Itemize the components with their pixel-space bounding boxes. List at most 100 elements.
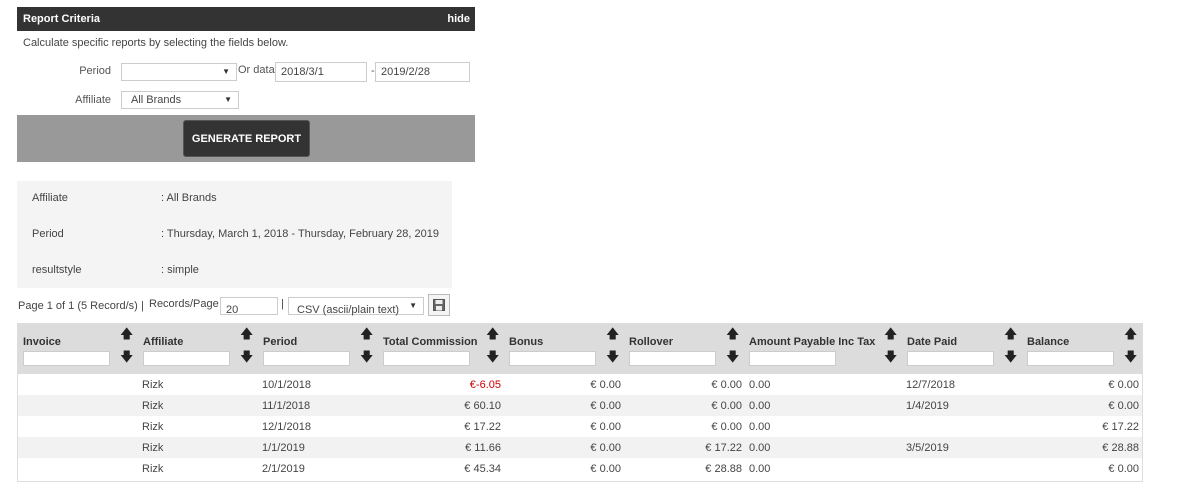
summary-label: resultstyle [32, 264, 82, 276]
column-title: Bonus [509, 336, 544, 348]
records-per-page-label: Records/Page [149, 298, 219, 310]
filter-input[interactable] [383, 351, 470, 366]
export-format-value: CSV (ascii/plain text) [297, 304, 400, 316]
cell-total-commission: €-6.05 [469, 379, 501, 391]
filter-input[interactable] [629, 351, 716, 366]
column-header-bonus: Bonus 🡅 🡇 [504, 324, 624, 374]
cell-bonus: € 0.00 [590, 442, 621, 454]
column-header-date-paid: Date Paid 🡅 🡇 [902, 324, 1022, 374]
criteria-intro-text: Calculate specific reports by selecting … [23, 37, 289, 49]
cell-bonus: € 0.00 [590, 400, 621, 412]
caret-down-icon: ▼ [224, 95, 232, 104]
arrow-down-icon[interactable]: 🡇 [1124, 348, 1137, 370]
arrow-up-icon[interactable]: 🡅 [1124, 325, 1137, 347]
column-header-amount-payable: Amount Payable Inc Tax 🡅 🡇 [744, 324, 902, 374]
column-title: Total Commission [383, 336, 478, 348]
generate-report-button[interactable]: GENERATE REPORT [183, 120, 310, 157]
table-header: Invoice 🡅 🡇 Affiliate 🡅 🡇 Period 🡅 🡇 Tot… [18, 324, 1142, 374]
cell-amount-payable: 0.00 [749, 400, 771, 412]
affiliate-select[interactable]: All Brands ▼ [121, 91, 239, 109]
filter-input[interactable] [143, 351, 230, 366]
column-header-balance: Balance 🡅 🡇 [1022, 324, 1142, 374]
cell-balance: € 0.00 [1108, 400, 1139, 412]
filter-input[interactable] [907, 351, 994, 366]
arrow-up-icon[interactable]: 🡅 [1004, 325, 1017, 347]
arrow-down-icon[interactable]: 🡇 [360, 348, 373, 370]
cell-balance: € 0.00 [1108, 463, 1139, 475]
arrow-down-icon[interactable]: 🡇 [240, 348, 253, 370]
arrow-down-icon[interactable]: 🡇 [120, 348, 133, 370]
date-from-value: 2018/3/1 [281, 66, 324, 78]
report-table: Invoice 🡅 🡇 Affiliate 🡅 🡇 Period 🡅 🡇 Tot… [17, 323, 1143, 482]
affiliate-select-value: All Brands [131, 94, 182, 106]
cell-period: 1/1/2019 [262, 442, 305, 454]
filter-input[interactable] [23, 351, 110, 366]
caret-down-icon: ▼ [222, 67, 230, 76]
summary-value: : Thursday, March 1, 2018 - Thursday, Fe… [161, 228, 439, 240]
arrow-down-icon[interactable]: 🡇 [606, 348, 619, 370]
table-row: Rizk 1/1/2019 € 11.66 € 0.00 € 17.22 0.0… [18, 437, 1142, 458]
column-title: Balance [1027, 336, 1070, 348]
filter-input[interactable] [263, 351, 350, 366]
arrow-down-icon[interactable]: 🡇 [486, 348, 499, 370]
page-info: Page 1 of 1 (5 Record/s) [18, 300, 138, 312]
arrow-down-icon[interactable]: 🡇 [1004, 348, 1017, 370]
cell-rollover: € 28.88 [705, 463, 742, 475]
arrow-up-icon[interactable]: 🡅 [884, 325, 897, 347]
filter-input[interactable] [509, 351, 596, 366]
table-row: Rizk 11/1/2018 € 60.10 € 0.00 € 0.00 0.0… [18, 395, 1142, 416]
cell-rollover: € 17.22 [705, 442, 742, 454]
report-criteria-title: Report Criteria [23, 13, 101, 25]
period-select[interactable]: ▼ [121, 63, 237, 81]
generate-bar: GENERATE REPORT [17, 115, 475, 162]
arrow-up-icon[interactable]: 🡅 [360, 325, 373, 347]
table-row: Rizk 10/1/2018 €-6.05 € 0.00 € 0.00 0.00… [18, 374, 1142, 395]
cell-date-paid: 1/4/2019 [906, 400, 949, 412]
arrow-up-icon[interactable]: 🡅 [120, 325, 133, 347]
cell-total-commission: € 45.34 [464, 463, 501, 475]
column-header-total-commission: Total Commission 🡅 🡇 [378, 324, 504, 374]
arrow-down-icon[interactable]: 🡇 [884, 348, 897, 370]
column-title: Amount Payable Inc Tax [749, 336, 876, 348]
cell-amount-payable: 0.00 [749, 442, 771, 454]
cell-amount-payable: 0.00 [749, 421, 771, 433]
cell-date-paid: 12/7/2018 [906, 379, 955, 391]
table-body: Rizk 10/1/2018 €-6.05 € 0.00 € 0.00 0.00… [18, 374, 1142, 481]
arrow-down-icon[interactable]: 🡇 [726, 348, 739, 370]
date-to-input[interactable]: 2019/2/28 [375, 62, 470, 82]
pager-separator: | [281, 298, 284, 310]
cell-affiliate: Rizk [142, 442, 164, 454]
column-title: Date Paid [907, 336, 958, 348]
hide-link[interactable]: hide [447, 13, 470, 25]
export-save-button[interactable] [428, 294, 450, 316]
cell-balance: € 28.88 [1102, 442, 1139, 454]
column-title: Rollover [629, 336, 674, 348]
records-per-page-value: 20 [226, 304, 239, 316]
table-row: Rizk 12/1/2018 € 17.22 € 0.00 € 0.00 0.0… [18, 416, 1142, 437]
summary-value: : All Brands [161, 192, 217, 204]
caret-down-icon: ▼ [409, 301, 417, 310]
arrow-up-icon[interactable]: 🡅 [486, 325, 499, 347]
cell-balance: € 0.00 [1108, 379, 1139, 391]
cell-period: 2/1/2019 [262, 463, 305, 475]
column-header-affiliate: Affiliate 🡅 🡇 [138, 324, 258, 374]
column-header-rollover: Rollover 🡅 🡇 [624, 324, 744, 374]
cell-rollover: € 0.00 [711, 379, 742, 391]
arrow-up-icon[interactable]: 🡅 [606, 325, 619, 347]
report-criteria-panel: Report Criteria hide Calculate specific … [17, 7, 475, 162]
cell-bonus: € 0.00 [590, 379, 621, 391]
column-header-invoice: Invoice 🡅 🡇 [18, 324, 138, 374]
column-title: Affiliate [143, 336, 184, 348]
arrow-up-icon[interactable]: 🡅 [726, 325, 739, 347]
cell-period: 12/1/2018 [262, 421, 311, 433]
floppy-disk-icon [433, 299, 445, 311]
filter-input[interactable] [1027, 351, 1114, 366]
date-from-input[interactable]: 2018/3/1 [275, 62, 367, 82]
cell-bonus: € 0.00 [590, 463, 621, 475]
export-format-select[interactable]: CSV (ascii/plain text) ▼ [288, 297, 424, 316]
arrow-up-icon[interactable]: 🡅 [240, 325, 253, 347]
filter-input[interactable] [749, 351, 836, 366]
records-per-page-input[interactable]: 20 [220, 297, 278, 316]
affiliate-label: Affiliate [75, 94, 111, 106]
pager-separator: | [141, 300, 144, 312]
